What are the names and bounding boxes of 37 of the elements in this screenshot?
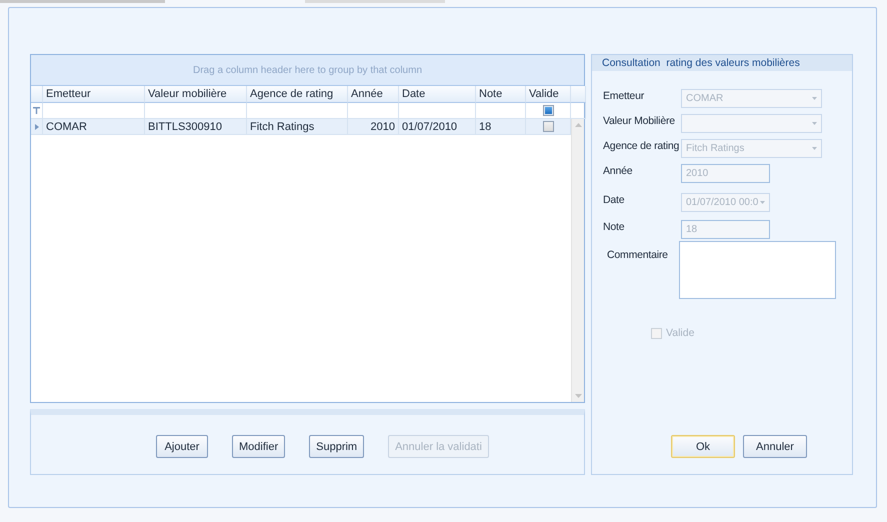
panel-title: Consultation rating des valeurs mobilières (592, 55, 852, 71)
dialog-button[interactable]: Ok (671, 435, 735, 458)
table-cell: Fitch Ratings (247, 119, 348, 135)
column-header[interactable]: Agence de rating (247, 86, 348, 103)
field-label: Année (603, 164, 634, 177)
checkbox[interactable] (542, 121, 554, 132)
field-label: Valeur Mobilière (603, 114, 676, 127)
field-label: Note (603, 220, 626, 233)
table-cell: 2010 (348, 119, 399, 135)
header-filler (571, 86, 586, 103)
table-cell: BITTLS300910 (145, 119, 247, 135)
dialog-button[interactable]: Annuler (743, 435, 807, 458)
action-button[interactable]: Supprim (309, 435, 364, 458)
checkbox-label: Valide (666, 327, 694, 339)
field-label: Emetteur (603, 89, 645, 102)
table-cell: COMAR (43, 119, 145, 135)
filter-checkbox[interactable] (542, 105, 554, 116)
column-header[interactable]: Valide (526, 86, 571, 103)
table-cell: 01/07/2010 (399, 119, 476, 135)
field-label: Date (603, 193, 626, 206)
action-button[interactable]: Modifier (232, 435, 286, 458)
comment-field[interactable] (679, 241, 836, 299)
column-header[interactable]: Année (348, 86, 399, 103)
scroll-down-icon[interactable] (574, 394, 582, 398)
filter-icon[interactable] (33, 107, 40, 114)
field-label: Commentaire (606, 248, 669, 261)
column-header[interactable]: Note (476, 86, 526, 103)
field-label: Agence de rating (603, 139, 680, 152)
scroll-up-icon[interactable] (574, 123, 582, 127)
column-header[interactable]: Date (399, 86, 476, 103)
column-header[interactable]: Valeur mobilière (145, 86, 247, 103)
table-cell: 18 (476, 119, 526, 135)
row-indicator[interactable] (31, 119, 43, 135)
scrollbar[interactable] (571, 119, 584, 402)
action-button[interactable]: Ajouter (156, 435, 208, 458)
column-header[interactable]: Emetteur (43, 86, 145, 103)
group-panel-hint: Drag a column header here to group by that column (31, 55, 584, 86)
